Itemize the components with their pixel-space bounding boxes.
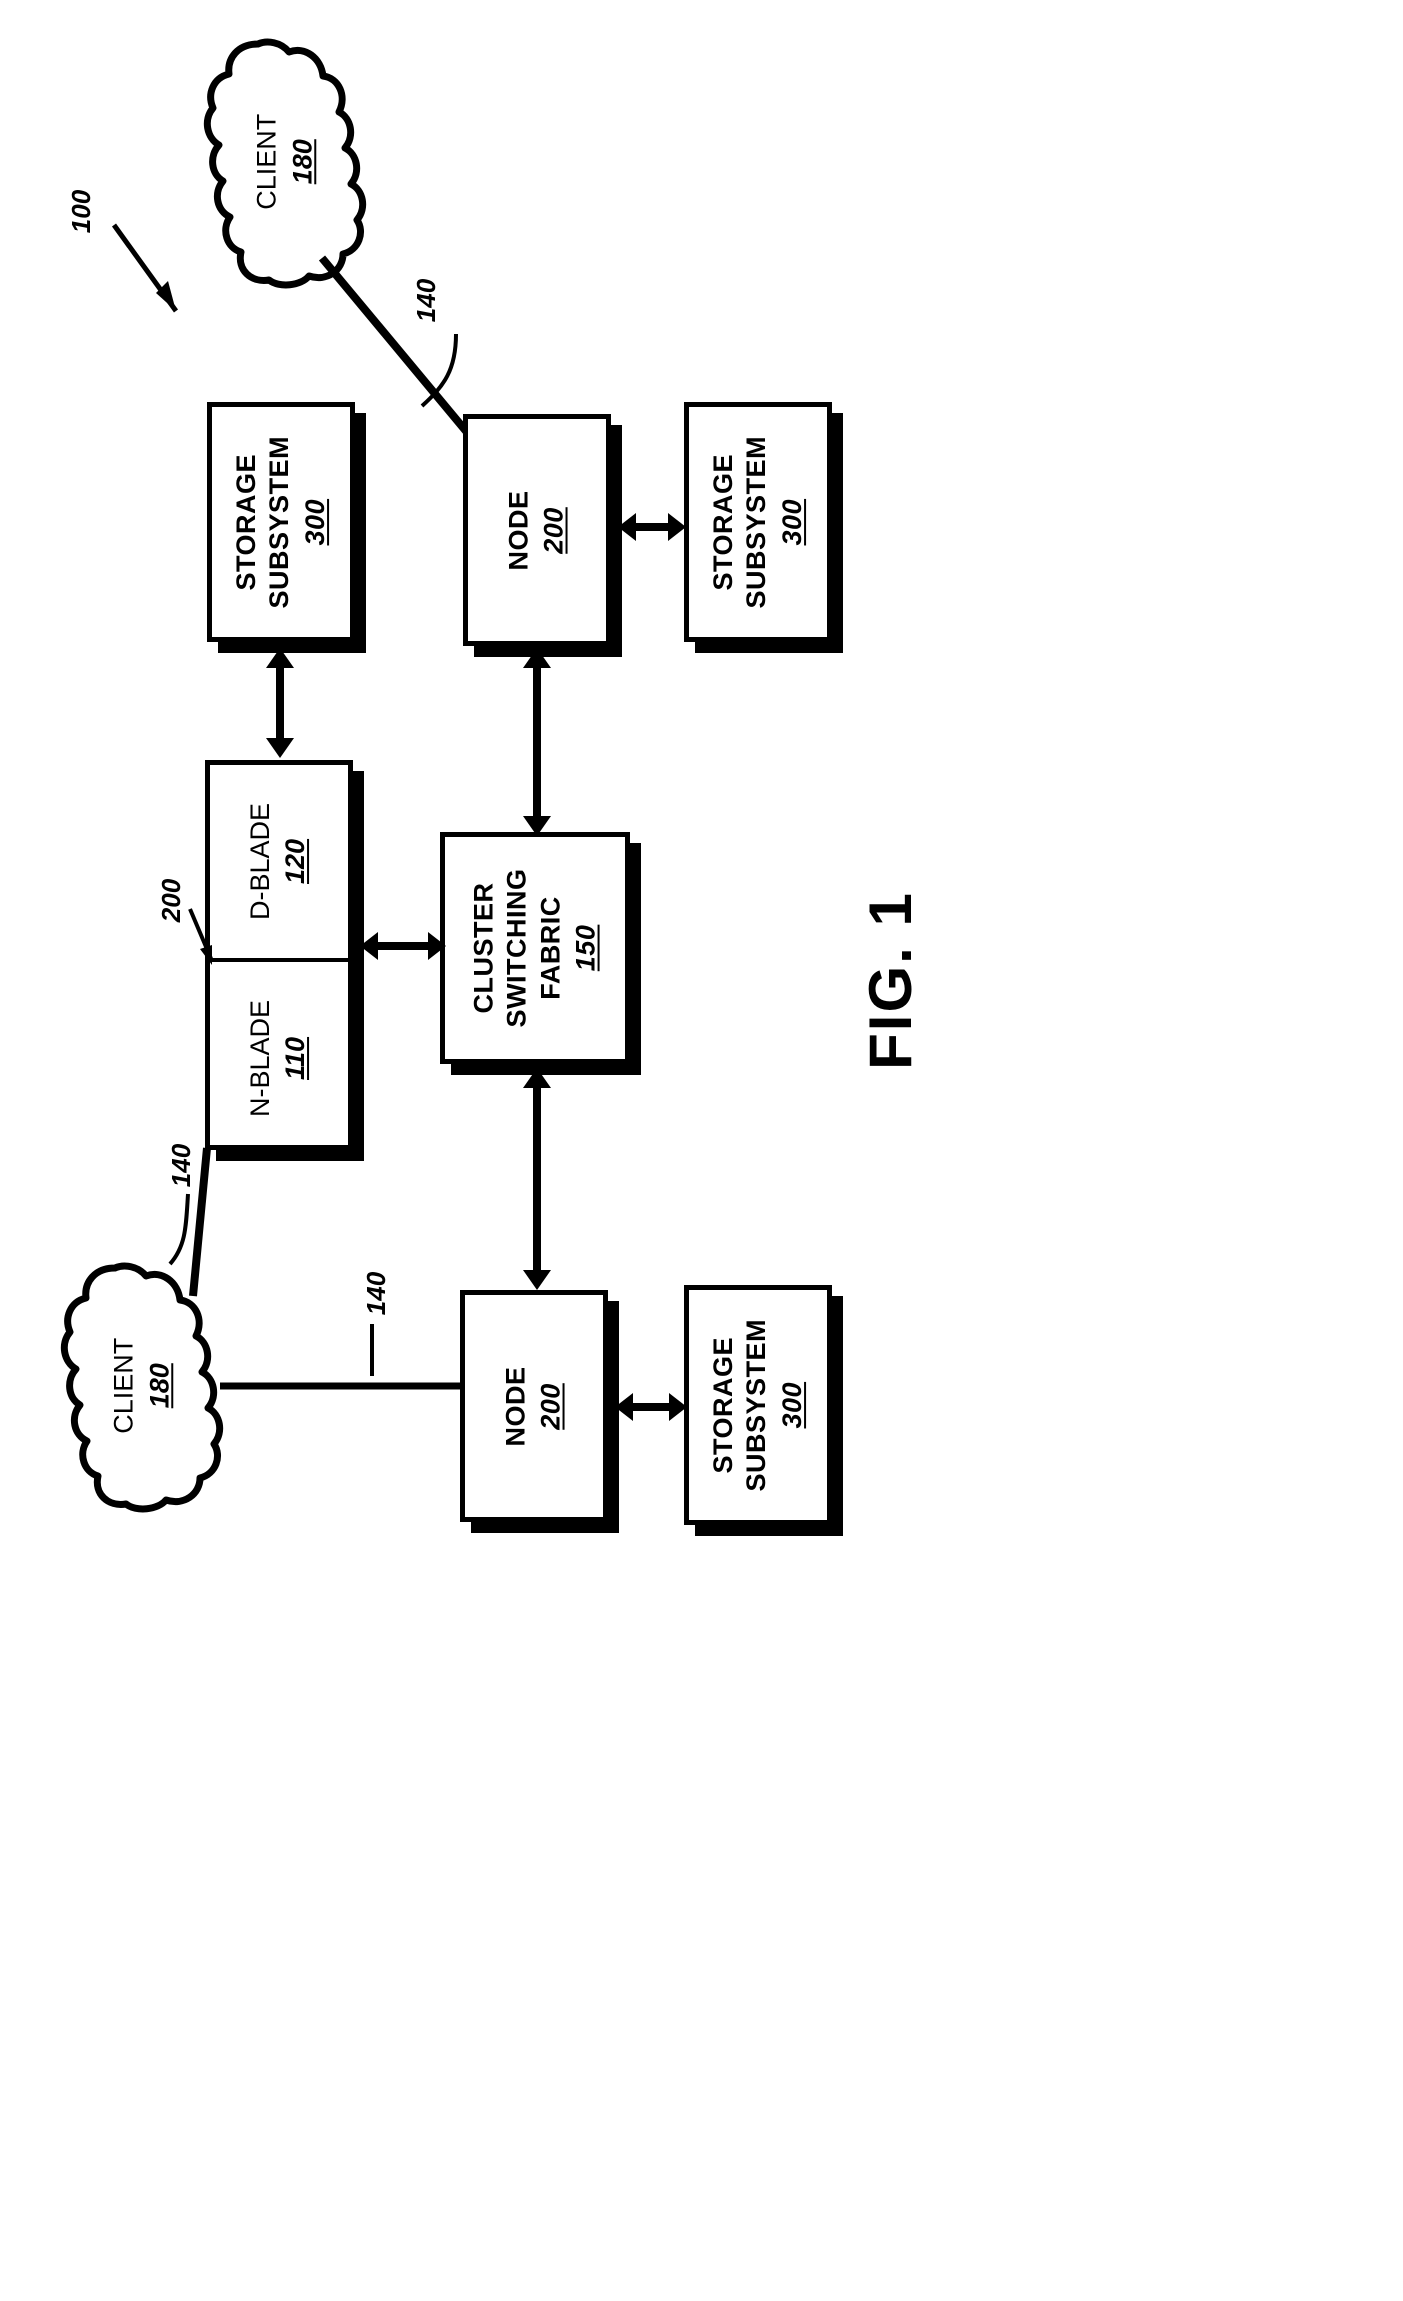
node-bottom-ref: 200: [535, 1382, 566, 1430]
ref-leader-140-mid: [168, 1193, 190, 1266]
n-blade-ref: 110: [281, 1036, 311, 1081]
storage-subsystem-bottom-right-ref: 300: [776, 1381, 807, 1429]
node-top-right-label: NODE: [503, 489, 534, 571]
arrow-cluster-fabric-to-node-top-right: [523, 648, 551, 836]
client-cloud-bottom-label: CLIENT: [108, 1337, 139, 1435]
client-cloud-top: CLIENT 180: [203, 38, 367, 289]
cluster-switching-fabric: CLUSTER SWITCHING FABRIC 150: [440, 832, 630, 1064]
node-bottom-label: NODE: [500, 1365, 531, 1447]
ref-label-140-mid-text: 140: [166, 1143, 197, 1188]
node-detail-n-blade: N-BLADE 110: [210, 962, 348, 1155]
storage-subsystem-top-left: STORAGE SUBSYSTEM 300: [207, 402, 355, 642]
d-blade-ref: 120: [281, 838, 311, 885]
cluster-switching-fabric-label-line2: SWITCHING: [501, 868, 532, 1028]
cluster-switching-fabric-label-line3: FABRIC: [535, 896, 565, 1000]
storage-subsystem-top-right-label-line2: SUBSYSTEM: [741, 435, 772, 609]
storage-subsystem-top-right-label-line1: STORAGE: [707, 453, 738, 591]
ref-label-140-mid: 140: [160, 1144, 203, 1187]
node-bottom: NODE 200: [460, 1290, 608, 1522]
client-cloud-top-textwrap: CLIENT 180: [205, 38, 365, 286]
connection-client-bottom-to-node-bottom: [220, 1382, 468, 1390]
arrow-d-blade-to-storage-top-left: [266, 648, 294, 758]
storage-subsystem-bottom-right-label-line2: SUBSYSTEM: [741, 1318, 772, 1492]
arrow-node-detail-to-cluster-fabric: [360, 932, 446, 960]
storage-subsystem-bottom-right-label-line1: STORAGE: [707, 1336, 738, 1474]
storage-subsystem-top-left-ref: 300: [299, 498, 330, 546]
storage-subsystem-bottom-right: STORAGE SUBSYSTEM 300: [684, 1285, 832, 1525]
storage-subsystem-top-right-ref: 300: [776, 498, 807, 546]
node-top-right-ref: 200: [538, 506, 569, 554]
system-ref-leader: [111, 223, 179, 313]
arrow-node-bottom-to-storage-bottom-right: [615, 1393, 687, 1421]
ref-label-140-bottom-text: 140: [361, 1271, 392, 1316]
arrow-node-top-to-storage-top-right: [618, 513, 686, 541]
ref-leader-140-bottom: [370, 1324, 374, 1376]
client-cloud-bottom-ref: 180: [144, 1363, 174, 1409]
storage-subsystem-top-right: STORAGE SUBSYSTEM 300: [684, 402, 832, 642]
storage-subsystem-top-left-label-line2: SUBSYSTEM: [264, 435, 295, 609]
client-cloud-top-ref: 180: [287, 139, 317, 185]
figure-caption-text: FIG. 1: [856, 890, 924, 1070]
storage-subsystem-top-right-textwrap: STORAGE SUBSYSTEM 300: [707, 436, 809, 609]
ref-label-140-top: 140: [405, 279, 448, 322]
storage-subsystem-top-left-textwrap: STORAGE SUBSYSTEM 300: [230, 436, 332, 609]
cluster-switching-fabric-textwrap: CLUSTER SWITCHING FABRIC 150: [467, 869, 603, 1028]
figure-caption: FIG. 1: [770, 860, 1010, 1100]
cluster-switching-fabric-label-line1: CLUSTER: [468, 882, 499, 1014]
ref-leader-140-top: [420, 333, 458, 408]
cluster-switching-fabric-ref: 150: [570, 924, 601, 972]
ref-label-140-top-text: 140: [411, 278, 442, 323]
d-blade-label: D-BLADE: [245, 802, 276, 921]
node-bottom-textwrap: NODE 200: [500, 1366, 569, 1446]
storage-subsystem-top-left-label-line1: STORAGE: [230, 453, 261, 591]
ref-leader-node-detail-200: [188, 908, 214, 965]
node-top-right: NODE 200: [463, 414, 611, 646]
ref-label-140-bottom: 140: [355, 1272, 398, 1315]
arrow-cluster-fabric-to-node-bottom: [523, 1068, 551, 1290]
node-top-right-textwrap: NODE 200: [503, 490, 572, 570]
n-blade-label: N-BLADE: [245, 999, 276, 1118]
client-cloud-top-label: CLIENT: [251, 113, 282, 211]
storage-subsystem-bottom-right-textwrap: STORAGE SUBSYSTEM 300: [707, 1319, 809, 1492]
